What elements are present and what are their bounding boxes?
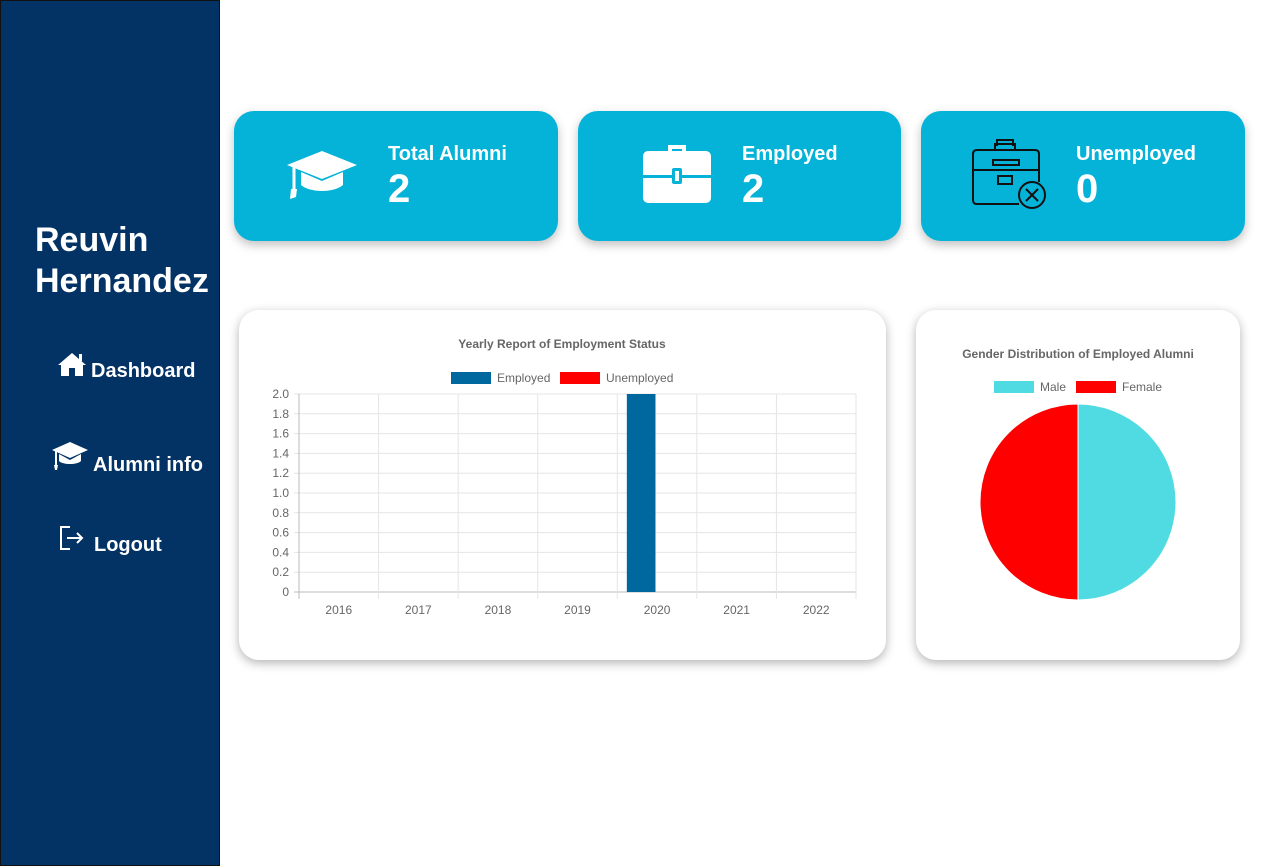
legend-male-swatch: [994, 381, 1034, 393]
x-tick-label: 2022: [803, 603, 830, 617]
y-tick-label: 1.2: [272, 466, 289, 480]
employed-card: Employed 2: [578, 111, 901, 241]
gender-distribution-chart-panel: Gender Distribution of Employed Alumni M…: [916, 310, 1240, 660]
y-tick-label: 0.8: [272, 506, 289, 520]
employed-label: Employed: [742, 143, 838, 165]
nav-dashboard[interactable]: Dashboard: [57, 351, 195, 383]
nav-logout[interactable]: Logout: [58, 525, 162, 557]
y-tick-label: 0.4: [272, 545, 289, 559]
y-tick-label: 1.4: [272, 446, 289, 460]
bar-employed-2020: [626, 394, 656, 592]
x-tick-label: 2018: [485, 603, 512, 617]
unemployed-card: Unemployed 0: [921, 111, 1245, 241]
home-icon: [57, 351, 87, 383]
nav-dashboard-label: Dashboard: [91, 360, 196, 382]
pie-chart-legend: Male Female: [994, 380, 1162, 394]
y-tick-label: 1.0: [272, 486, 289, 500]
y-tick-label: 2.0: [272, 387, 289, 401]
briefcase-icon: [642, 141, 712, 210]
legend-unemployed-swatch: [560, 372, 600, 384]
x-tick-label: 2020: [644, 603, 671, 617]
pie-slice-female: [979, 403, 1079, 601]
bar-chart-title: Yearly Report of Employment Status: [458, 337, 666, 351]
gender-distribution-chart: Gender Distribution of Employed Alumni M…: [962, 347, 1194, 601]
x-tick-label: 2019: [564, 603, 591, 617]
sidebar: Reuvin Hernandez Dashboard Alumni info L…: [0, 0, 220, 866]
total-alumni-label: Total Alumni: [388, 143, 507, 165]
pie-slice-male: [1077, 403, 1177, 601]
unemployed-value: 0: [1076, 167, 1099, 211]
y-tick-label: 0: [282, 585, 289, 599]
y-tick-label: 0.2: [272, 565, 289, 579]
legend-female-swatch: [1076, 381, 1116, 393]
legend-unemployed-label: Unemployed: [606, 371, 673, 385]
legend-male-label: Male: [1040, 380, 1066, 394]
graduation-cap-icon: [286, 149, 358, 206]
user-name: Reuvin Hernandez: [35, 221, 209, 300]
total-alumni-card: Total Alumni 2: [234, 111, 558, 241]
legend-employed-label: Employed: [497, 371, 550, 385]
graduation-cap-icon: [51, 439, 89, 477]
employment-status-chart: Yearly Report of Employment Status Emplo…: [272, 337, 857, 617]
unemployed-label: Unemployed: [1076, 143, 1197, 165]
x-tick-label: 2016: [325, 603, 352, 617]
y-tick-label: 1.8: [272, 407, 289, 421]
x-tick-label: 2017: [405, 603, 432, 617]
nav-alumni-info[interactable]: Alumni info: [51, 439, 203, 477]
employment-status-chart-panel: Yearly Report of Employment Status Emplo…: [239, 310, 886, 660]
x-tick-label: 2021: [723, 603, 750, 617]
legend-employed-swatch: [451, 372, 491, 384]
bar-chart-legend: Employed Unemployed: [451, 371, 673, 385]
y-tick-label: 0.6: [272, 526, 289, 540]
logout-icon: [58, 525, 84, 557]
briefcase-x-icon: [971, 138, 1051, 217]
nav-logout-label: Logout: [94, 534, 162, 556]
legend-female-label: Female: [1122, 380, 1162, 394]
pie-chart-title: Gender Distribution of Employed Alumni: [962, 347, 1194, 361]
employed-value: 2: [742, 167, 765, 211]
total-alumni-value: 2: [388, 167, 411, 211]
y-tick-label: 1.6: [272, 427, 289, 441]
nav-alumni-info-label: Alumni info: [93, 454, 203, 476]
